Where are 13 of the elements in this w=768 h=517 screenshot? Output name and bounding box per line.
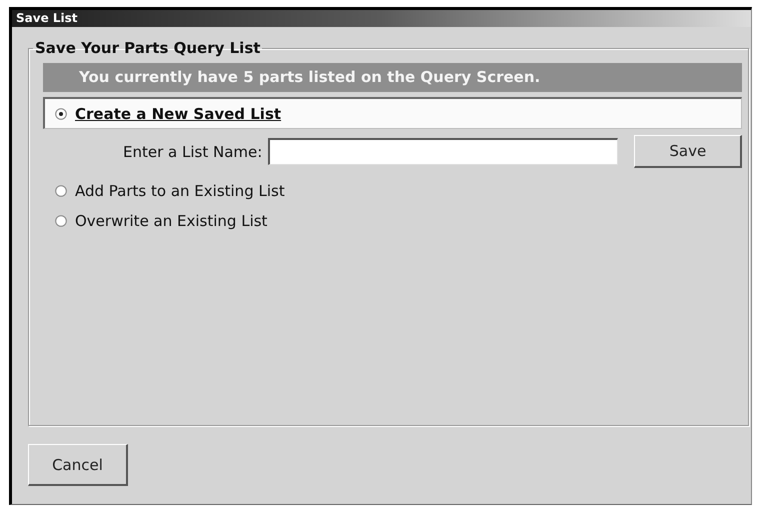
window-title: Save List	[16, 10, 78, 27]
option-label[interactable]: Create a New Saved List	[75, 104, 282, 122]
radio-button[interactable]	[55, 215, 67, 227]
radio-button[interactable]	[55, 108, 67, 120]
group-title: Save Your Parts Query List	[34, 39, 262, 57]
save-button[interactable]: Save	[634, 135, 742, 168]
list-name-field[interactable]	[268, 138, 618, 165]
option-label[interactable]: Overwrite an Existing List	[75, 212, 268, 230]
field-label: Enter a List Name:	[123, 142, 262, 160]
option-label[interactable]: Add Parts to an Existing List	[75, 182, 285, 200]
cancel-button[interactable]: Cancel	[28, 444, 128, 486]
radio-button[interactable]	[55, 185, 67, 197]
info-banner: You currently have 5 parts listed on the Query Screen.	[43, 63, 742, 92]
